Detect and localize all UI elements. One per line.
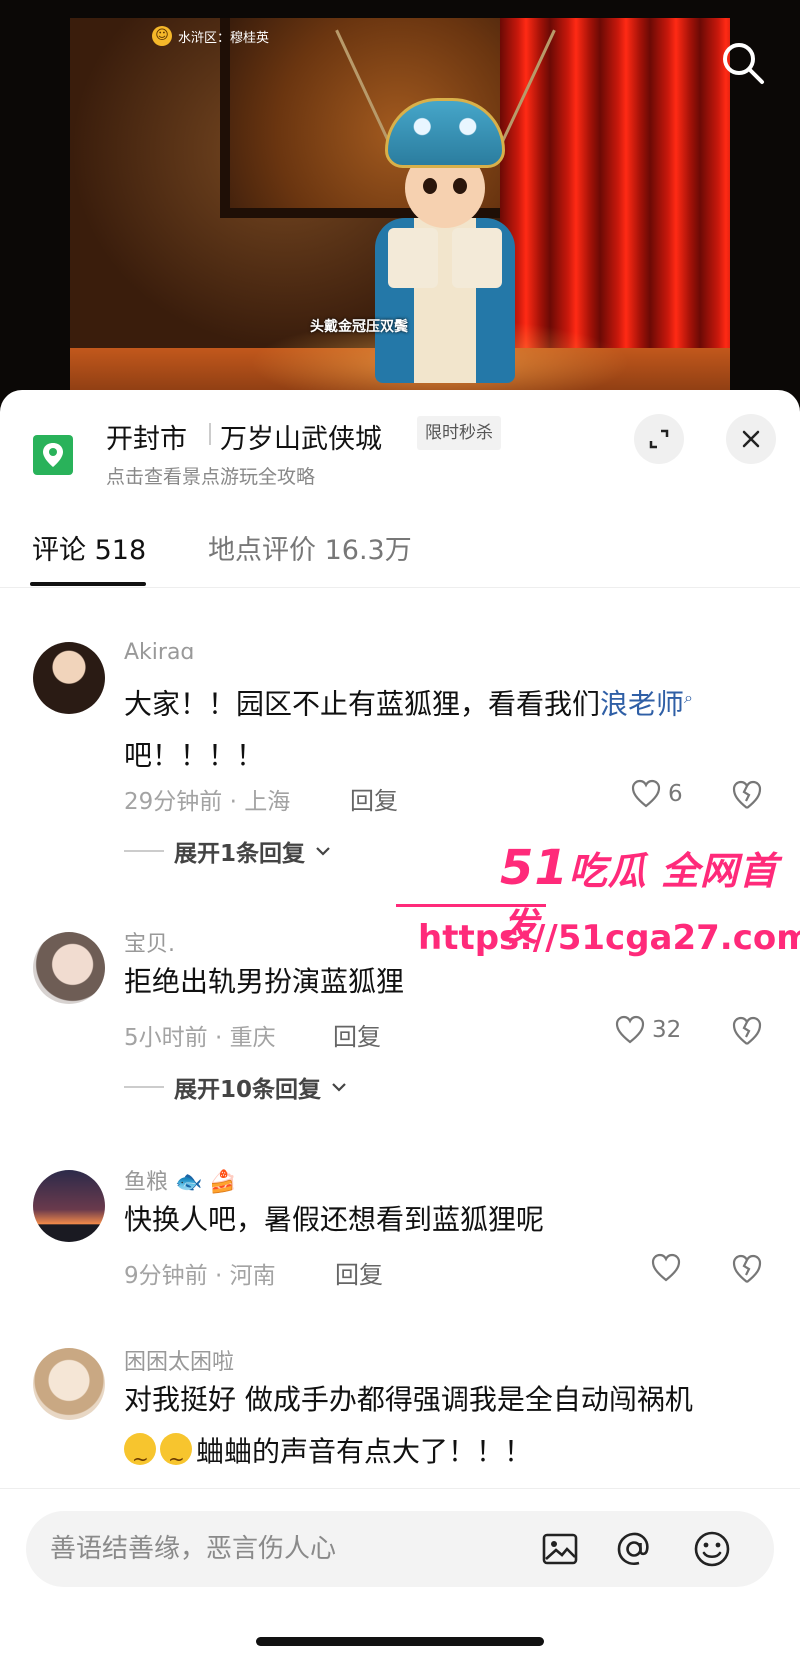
video-subtitle: 头戴金冠压双鬓 (310, 319, 408, 335)
mention-icon[interactable] (614, 1529, 654, 1569)
emoji-icon[interactable] (692, 1529, 732, 1569)
tab-bar: 评论 518 地点评价 16.3万 (0, 510, 800, 588)
comment-meta: 29分钟前 · 上海 (124, 789, 291, 815)
video-badge-text: 水浒区：穆桂英 (178, 30, 270, 46)
avatar[interactable] (33, 1348, 105, 1420)
comment-meta: 5小时前 · 重庆 (124, 1025, 276, 1051)
video-frame (70, 18, 730, 410)
broken-heart-icon (732, 1254, 762, 1283)
like-button[interactable]: 6 (630, 779, 683, 809)
video-player[interactable]: ☺ 水浒区：穆桂英 头戴金冠压双鬓 (0, 0, 800, 410)
tab-underline (30, 582, 146, 586)
comment-input-bar (0, 1488, 800, 1654)
chevron-down-icon (332, 1083, 346, 1092)
location-city: 开封市 (106, 424, 187, 455)
like-count: 32 (652, 1017, 682, 1043)
location-place: 万岁山武侠城 (220, 424, 382, 455)
watermark-url: https://51cga27.com (418, 918, 800, 958)
expand-button[interactable] (634, 414, 684, 464)
comment-input[interactable] (50, 1511, 520, 1587)
comments-sheet: 开封市 万岁山武侠城 限时秒杀 点击查看景点游玩全攻略 评论 518 地点评价 … (0, 390, 800, 1654)
comment-input-container (26, 1511, 774, 1587)
broken-heart-icon (732, 780, 762, 809)
like-button[interactable] (650, 1253, 682, 1283)
heart-icon (631, 779, 661, 808)
comment-text: 拒绝出轨男扮演蓝狐狸 (124, 965, 405, 998)
image-icon[interactable] (540, 1529, 580, 1569)
avatar[interactable] (33, 1170, 105, 1242)
comment-username[interactable]: 鱼粮 🐟 🍰 (124, 1164, 237, 1196)
mention-link[interactable]: 浪老师 (600, 687, 684, 720)
avatar[interactable] (33, 642, 105, 714)
expand-replies-button[interactable]: 展开1条回复 (124, 834, 331, 868)
search-icon[interactable]: ⌕ (684, 688, 693, 707)
reply-button[interactable]: 回复 (350, 781, 398, 816)
comment-username[interactable]: Akiraɑ (124, 640, 194, 665)
chevron-down-icon (316, 847, 330, 856)
comment-username[interactable]: 宝贝. (124, 926, 175, 958)
expand-replies-button[interactable]: 展开10条回复 (124, 1070, 347, 1104)
divider (209, 423, 211, 445)
search-icon[interactable] (716, 36, 770, 90)
home-indicator[interactable] (256, 1637, 544, 1646)
smile-icon: ☺ (152, 26, 172, 46)
reply-button[interactable]: 回复 (333, 1017, 381, 1052)
dislike-button[interactable] (730, 779, 764, 813)
avatar[interactable] (33, 932, 105, 1004)
flash-sale-badge: 限时秒杀 (417, 416, 501, 450)
fish-icon: 🐟 (175, 1170, 203, 1195)
expand-icon (649, 429, 669, 449)
smirk-emoji-icon (160, 1433, 192, 1485)
cake-icon: 🍰 (209, 1170, 237, 1195)
close-button[interactable] (726, 414, 776, 464)
dislike-button[interactable] (730, 1015, 764, 1049)
reply-button[interactable]: 回复 (335, 1255, 383, 1290)
location-pin-icon (33, 435, 73, 475)
broken-heart-icon (732, 1016, 762, 1045)
smirk-emoji-icon (124, 1433, 156, 1485)
like-button[interactable]: 32 (614, 1015, 681, 1045)
tab-ratings[interactable]: 地点评价 16.3万 (208, 528, 412, 567)
close-icon (742, 430, 760, 448)
comment-text: 对我挺好 做成手办都得强调我是全自动闯祸机 蛐蛐的声音有点大了！！！ (124, 1374, 774, 1485)
comment-meta: 9分钟前 · 河南 (124, 1263, 276, 1289)
heart-icon (615, 1015, 645, 1044)
tab-comments[interactable]: 评论 518 (32, 528, 146, 567)
video-badge: ☺ 水浒区：穆桂英 (152, 26, 269, 46)
heart-icon (651, 1253, 681, 1282)
comment-text: 大家！！园区不止有蓝狐狸，看看我们浪老师⌕ 吧！！！！ (124, 687, 693, 773)
like-count: 6 (668, 781, 683, 807)
location-subtitle[interactable]: 点击查看景点游玩全攻略 (106, 462, 315, 489)
comment-username[interactable]: 困困太困啦 (124, 1344, 234, 1376)
comment-text: 快换人吧，暑假还想看到蓝狐狸呢 (124, 1203, 545, 1236)
dislike-button[interactable] (730, 1253, 764, 1287)
location-header[interactable]: 开封市 万岁山武侠城 限时秒杀 点击查看景点游玩全攻略 (0, 390, 800, 500)
